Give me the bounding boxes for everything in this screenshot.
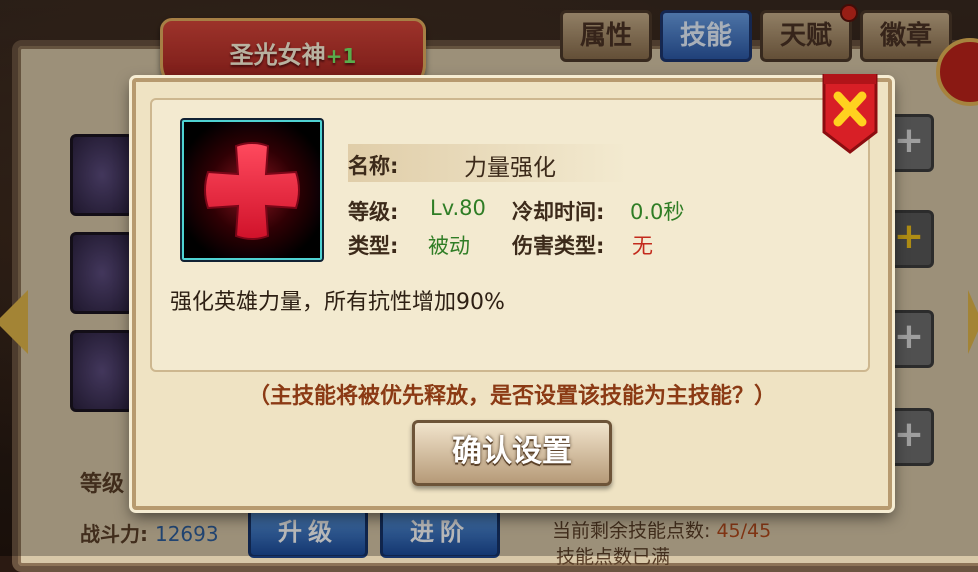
skill-type-value: 被动 (428, 234, 470, 258)
type-label: 类型: (348, 234, 399, 258)
cooldown-value: 0.0秒 (630, 200, 685, 224)
skill-info-box: 名称: 力量强化 等级: Lv.80 冷却时间: 0.0秒 类型: 被动 伤害类… (150, 98, 870, 372)
skill-detail-dialog: 名称: 力量强化 等级: Lv.80 冷却时间: 0.0秒 类型: 被动 伤害类… (132, 74, 892, 510)
confirm-set-button[interactable]: 确认设置 (412, 420, 612, 486)
x-close-icon[interactable] (820, 74, 880, 154)
skill-level-value: Lv.80 (430, 196, 486, 220)
main-skill-prompt: （主技能将被优先释放，是否设置该技能为主技能？） (247, 384, 776, 409)
skill-icon-frame (182, 120, 322, 260)
red-cross-icon (204, 142, 300, 240)
level-label: 等级: (348, 200, 399, 224)
damage-type-label: 伤害类型: (512, 234, 605, 258)
skill-name-value: 力量强化 (464, 155, 556, 181)
cooldown-label: 冷却时间: (512, 200, 605, 224)
name-label: 名称: (348, 154, 399, 178)
skill-description: 强化英雄力量，所有抗性增加90% (170, 290, 505, 315)
damage-type-value: 无 (632, 234, 653, 258)
